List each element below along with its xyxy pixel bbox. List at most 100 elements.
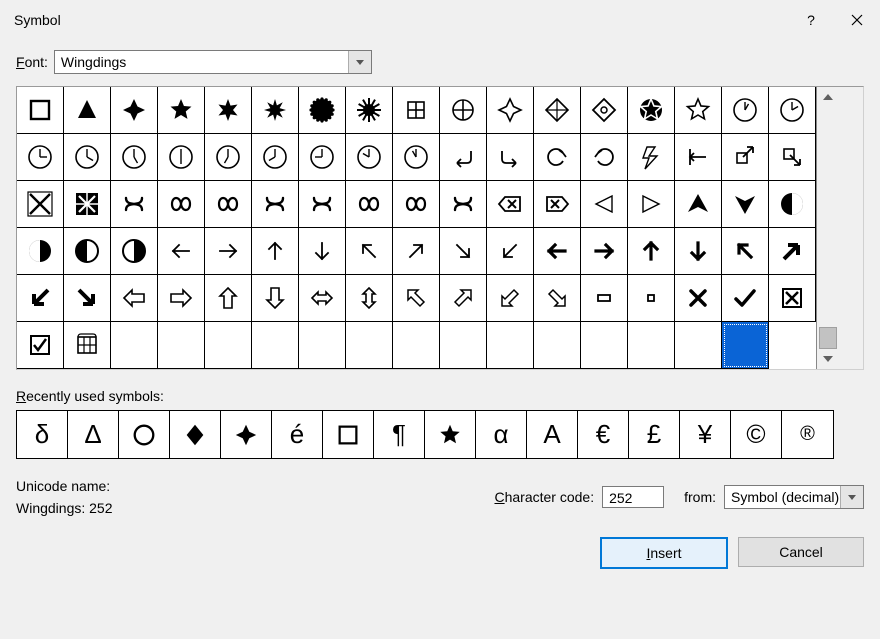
symbol-cell[interactable] (252, 181, 299, 228)
symbol-cell[interactable] (393, 87, 440, 134)
symbol-cell[interactable] (628, 134, 675, 181)
symbol-cell[interactable] (158, 228, 205, 275)
symbol-cell[interactable] (534, 275, 581, 322)
symbol-cell[interactable] (346, 87, 393, 134)
symbol-cell[interactable] (205, 87, 252, 134)
symbol-cell[interactable] (111, 275, 158, 322)
symbol-cell[interactable] (722, 181, 769, 228)
symbol-cell[interactable] (722, 228, 769, 275)
symbol-cell[interactable] (440, 87, 487, 134)
symbol-cell[interactable] (17, 87, 64, 134)
symbol-cell[interactable] (393, 228, 440, 275)
scroll-thumb[interactable] (819, 327, 837, 349)
symbol-cell[interactable] (534, 134, 581, 181)
symbol-cell[interactable] (487, 228, 534, 275)
symbol-cell[interactable] (534, 228, 581, 275)
symbol-cell[interactable] (346, 181, 393, 228)
font-combo-button[interactable] (348, 51, 371, 73)
recent-symbols[interactable]: δΔé¶αA€£¥©® (16, 410, 834, 459)
symbol-cell[interactable] (299, 134, 346, 181)
symbol-cell[interactable] (64, 228, 111, 275)
recent-symbol-cell[interactable]: £ (629, 411, 680, 458)
symbol-cell[interactable] (346, 134, 393, 181)
recent-symbol-cell[interactable]: α (476, 411, 527, 458)
symbol-cell[interactable] (64, 87, 111, 134)
symbol-cell[interactable] (299, 87, 346, 134)
font-combo[interactable]: Wingdings (54, 50, 372, 74)
symbol-cell[interactable] (346, 228, 393, 275)
insert-button[interactable]: Insert (600, 537, 728, 569)
symbol-cell[interactable] (393, 275, 440, 322)
symbol-cell[interactable] (487, 181, 534, 228)
scroll-track[interactable] (817, 107, 839, 349)
symbol-cell[interactable] (299, 181, 346, 228)
symbol-cell[interactable] (722, 134, 769, 181)
symbol-cell[interactable] (769, 228, 816, 275)
symbol-cell[interactable] (440, 181, 487, 228)
symbol-cell[interactable] (675, 275, 722, 322)
recent-symbol-cell[interactable]: ¶ (374, 411, 425, 458)
symbol-grid[interactable] (17, 87, 817, 369)
recent-symbol-cell[interactable]: δ (17, 411, 68, 458)
symbol-cell[interactable] (17, 322, 64, 369)
symbol-cell[interactable] (111, 228, 158, 275)
scroll-up-button[interactable] (817, 87, 839, 107)
recent-symbol-cell[interactable]: € (578, 411, 629, 458)
symbol-cell[interactable] (675, 181, 722, 228)
symbol-cell[interactable] (722, 275, 769, 322)
symbol-cell[interactable] (158, 275, 205, 322)
symbol-cell[interactable] (581, 87, 628, 134)
help-button[interactable]: ? (788, 4, 834, 36)
recent-symbol-cell[interactable] (170, 411, 221, 458)
symbol-cell[interactable] (205, 181, 252, 228)
symbol-cell[interactable] (17, 181, 64, 228)
charcode-input[interactable]: 252 (602, 486, 664, 508)
recent-symbol-cell[interactable]: é (272, 411, 323, 458)
recent-symbol-cell[interactable]: ® (782, 411, 833, 458)
symbol-cell[interactable] (205, 275, 252, 322)
symbol-cell[interactable] (487, 134, 534, 181)
symbol-cell[interactable] (769, 181, 816, 228)
symbol-cell[interactable] (581, 275, 628, 322)
recent-symbol-cell[interactable] (119, 411, 170, 458)
symbol-cell[interactable] (252, 228, 299, 275)
symbol-cell[interactable] (628, 228, 675, 275)
symbol-cell[interactable] (299, 228, 346, 275)
symbol-cell[interactable] (440, 134, 487, 181)
symbol-cell[interactable] (252, 134, 299, 181)
symbol-cell[interactable] (675, 134, 722, 181)
symbol-cell[interactable] (581, 181, 628, 228)
symbol-cell[interactable] (628, 87, 675, 134)
symbol-cell[interactable] (769, 275, 816, 322)
symbol-cell[interactable] (393, 181, 440, 228)
cancel-button[interactable]: Cancel (738, 537, 864, 567)
recent-symbol-cell[interactable]: © (731, 411, 782, 458)
symbol-cell[interactable] (581, 134, 628, 181)
symbol-cell[interactable] (158, 87, 205, 134)
symbol-cell[interactable] (111, 181, 158, 228)
recent-symbol-cell[interactable] (221, 411, 272, 458)
symbol-cell[interactable] (534, 181, 581, 228)
symbol-cell[interactable] (628, 275, 675, 322)
symbol-cell[interactable] (769, 134, 816, 181)
symbol-cell[interactable] (675, 228, 722, 275)
recent-symbol-cell[interactable] (323, 411, 374, 458)
symbol-cell[interactable] (111, 87, 158, 134)
symbol-cell[interactable] (252, 87, 299, 134)
symbol-cell[interactable] (64, 275, 111, 322)
symbol-cell[interactable] (17, 134, 64, 181)
symbol-cell[interactable] (581, 228, 628, 275)
from-combo[interactable]: Symbol (decimal) (724, 485, 864, 509)
scroll-down-button[interactable] (817, 349, 839, 369)
symbol-cell[interactable] (158, 181, 205, 228)
vertical-scrollbar[interactable] (817, 87, 839, 369)
symbol-cell[interactable] (64, 322, 111, 369)
recent-symbol-cell[interactable]: Δ (68, 411, 119, 458)
symbol-cell[interactable] (17, 228, 64, 275)
symbol-cell[interactable] (440, 228, 487, 275)
symbol-cell[interactable] (487, 87, 534, 134)
close-button[interactable] (834, 4, 880, 36)
symbol-cell[interactable] (346, 275, 393, 322)
symbol-cell[interactable] (205, 228, 252, 275)
symbol-cell[interactable] (769, 87, 816, 134)
